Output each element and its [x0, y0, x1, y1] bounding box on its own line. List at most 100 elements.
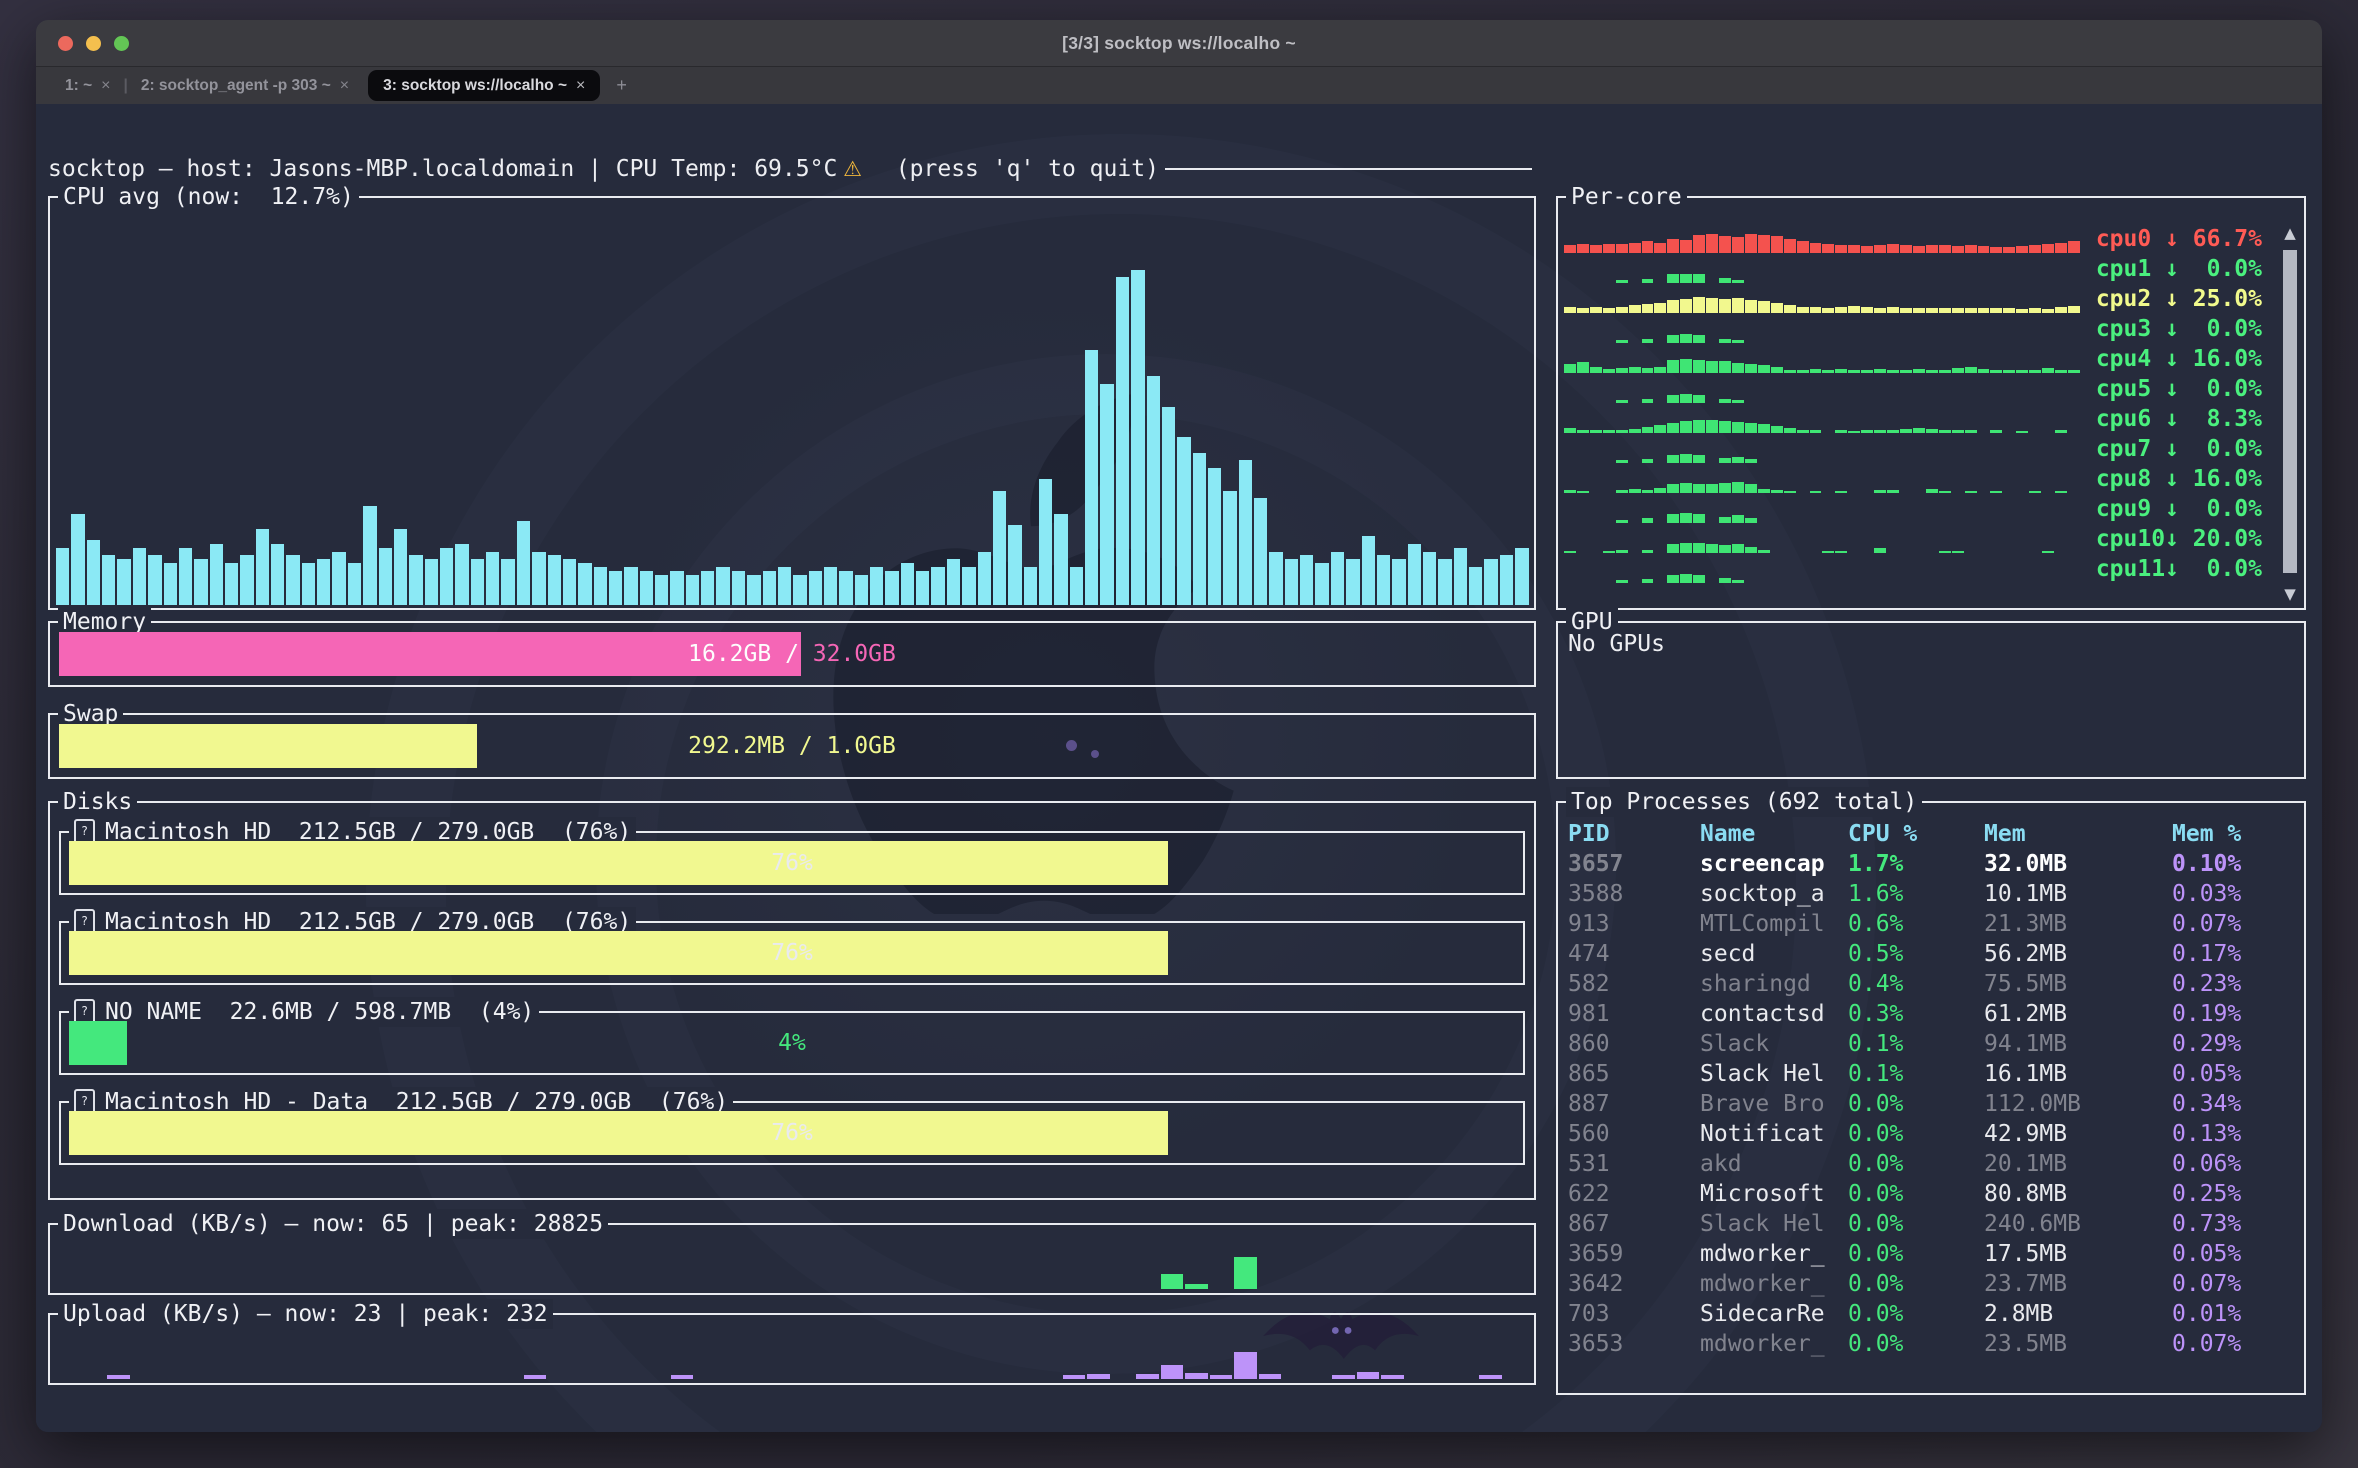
new-tab-button[interactable]: +: [616, 75, 627, 96]
memory-gauge: 16.2GB / 32.0GB: [59, 632, 1525, 676]
per-core-panel: Per-core cpu0 ↓ 66.7%cpu1 ↓ 0.0%cpu2 ↓ 2…: [1556, 196, 2306, 610]
core-spark-bar: [1874, 308, 1886, 313]
upload-bar: [1161, 1365, 1184, 1379]
core-spark-bar: [2068, 306, 2080, 313]
process-row: 3588socktop_a1.6%10.1MB0.03%: [1568, 879, 2298, 909]
per-core-scrollbar[interactable]: ▲ ▼: [2279, 224, 2301, 603]
core-spark-bar: [1887, 430, 1899, 433]
cpu-avg-bar: [164, 563, 177, 605]
zoom-window-button[interactable]: [114, 36, 129, 51]
window-title: [3/3] socktop ws://localho ~: [1062, 33, 1296, 54]
tab-2-label: 2: socktop_agent -p 303 ~: [141, 77, 331, 95]
scrollbar-thumb[interactable]: [2283, 250, 2297, 573]
core-spark-bar: [1887, 307, 1899, 313]
cpu-avg-bar: [686, 575, 699, 605]
col-mem-pct: Mem %: [2172, 819, 2298, 849]
col-name: Name: [1700, 819, 1848, 849]
core-spark-bar: [1887, 370, 1899, 373]
tab-3-close-icon[interactable]: ×: [576, 77, 585, 95]
swap-panel: Swap 292.2MB / 1.0GB: [48, 713, 1536, 779]
core-sparkline: [1564, 404, 2080, 434]
core-spark-bar: [1926, 489, 1938, 493]
core-spark-bar: [1629, 305, 1641, 313]
core-spark-bar: [1758, 301, 1770, 313]
cpu-avg-bar: [532, 552, 545, 605]
cpu-avg-bar: [348, 563, 361, 605]
core-spark-bar: [1693, 514, 1705, 523]
scroll-up-icon[interactable]: ▲: [2279, 224, 2301, 242]
tab-3-active[interactable]: 3: socktop ws://localho ~ ×: [368, 70, 600, 101]
cpu-avg-bar: [1116, 277, 1129, 605]
process-cell-cpu: 0.0%: [1848, 1149, 1984, 1179]
process-cell-name: SidecarRe: [1700, 1299, 1848, 1329]
core-spark-bar: [2068, 241, 2080, 253]
close-window-button[interactable]: [58, 36, 73, 51]
core-spark-bar: [2029, 245, 2041, 253]
core-label: cpu1 ↓ 0.0%: [2090, 254, 2262, 284]
disks-panel-title: Disks: [58, 787, 137, 817]
core-sparkline: [1564, 554, 2080, 584]
core-spark-bar: [1848, 245, 1860, 253]
terminal-content: socktop — host: Jasons-MBP.localdomain |…: [36, 104, 2322, 1432]
core-spark-bar: [1810, 491, 1822, 493]
process-cell-pid: 703: [1568, 1299, 1700, 1329]
cpu-avg-bar: [102, 555, 115, 605]
cpu-avg-chart: [56, 224, 1528, 605]
core-spark-bar: [1719, 421, 1731, 433]
core-spark-bar: [1771, 303, 1783, 313]
core-spark-bar: [1835, 491, 1847, 493]
per-core-row: cpu11↓ 0.0%: [1564, 554, 2262, 584]
core-spark-bar: [1887, 244, 1899, 253]
per-core-row: cpu5 ↓ 0.0%: [1564, 374, 2262, 404]
cpu-avg-bar: [962, 567, 975, 605]
cpu-avg-bar: [1438, 559, 1451, 605]
cpu-avg-bar: [793, 575, 806, 605]
cpu-avg-bar: [809, 571, 822, 605]
core-spark-bar: [2029, 308, 2041, 313]
core-spark-bar: [1848, 431, 1860, 433]
tab-2-close-icon[interactable]: ×: [340, 77, 349, 95]
core-spark-bar: [1822, 370, 1834, 373]
core-sparkline: [1564, 344, 2080, 374]
scroll-down-icon[interactable]: ▼: [2279, 585, 2301, 603]
core-spark-bar: [1913, 428, 1925, 433]
core-spark-bar: [1926, 245, 1938, 253]
cpu-avg-bar: [133, 548, 146, 605]
upload-bar: [1087, 1374, 1110, 1379]
core-spark-bar: [2016, 370, 2028, 373]
tab-1-close-icon[interactable]: ×: [101, 77, 110, 95]
core-spark-bar: [1797, 241, 1809, 253]
process-row: 3657screencap1.7%32.0MB0.10%: [1568, 849, 2298, 879]
core-label: cpu10↓ 20.0%: [2090, 524, 2262, 554]
core-spark-bar: [1797, 430, 1809, 433]
cpu-avg-bar: [210, 544, 223, 605]
cpu-avg-bar: [1269, 552, 1282, 605]
window-titlebar[interactable]: [3/3] socktop ws://localho ~: [36, 20, 2322, 67]
cpu-avg-bar: [701, 571, 714, 605]
process-cell-mpct: 0.01%: [2172, 1299, 2298, 1329]
core-spark-bar: [1667, 544, 1679, 553]
minimize-window-button[interactable]: [86, 36, 101, 51]
core-spark-bar: [1835, 307, 1847, 313]
cpu-avg-bar: [763, 571, 776, 605]
cpu-avg-bar: [1377, 555, 1390, 605]
core-spark-bar: [1680, 240, 1692, 253]
cpu-avg-bar: [855, 575, 868, 605]
tab-1[interactable]: 1: ~ ×: [54, 67, 121, 104]
core-spark-bar: [1758, 235, 1770, 253]
disk-gauge: 76%: [69, 931, 1515, 975]
process-table-header: PID Name CPU % Mem Mem %: [1568, 819, 2298, 849]
core-spark-bar: [2016, 431, 2028, 433]
core-spark-bar: [1719, 517, 1731, 523]
core-spark-bar: [1564, 307, 1576, 313]
cpu-avg-bar: [1362, 536, 1375, 605]
process-cell-cpu: 1.7%: [1848, 849, 1984, 879]
process-cell-pid: 582: [1568, 969, 1700, 999]
process-cell-cpu: 1.6%: [1848, 879, 1984, 909]
process-cell-mpct: 0.05%: [2172, 1239, 2298, 1269]
core-spark-bar: [1874, 369, 1886, 373]
tab-2[interactable]: 2: socktop_agent -p 303 ~ ×: [130, 67, 360, 104]
core-spark-bar: [1810, 243, 1822, 253]
core-spark-bar: [1577, 244, 1589, 253]
core-spark-bar: [1667, 455, 1679, 463]
